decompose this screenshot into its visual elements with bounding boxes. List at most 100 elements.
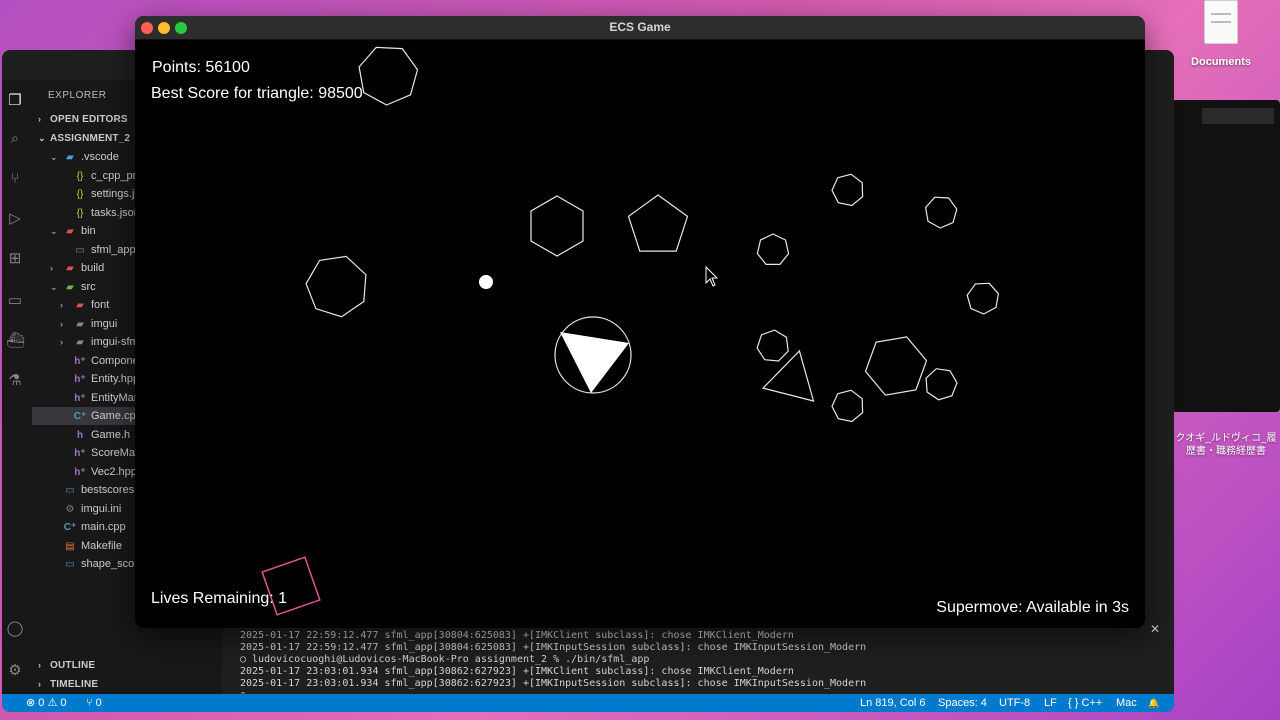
game-window[interactable]: ECS Game Points: 56100 Best Score for tr… xyxy=(135,16,1145,628)
status-bar: ⊗ 0 ⚠ 0 ⑂ 0 Ln 819, Col 6 Spaces: 4 UTF-… xyxy=(2,694,1174,712)
chevron-down-icon: ⌄ xyxy=(50,226,58,236)
chevron-down-icon: ⌄ xyxy=(50,281,58,292)
tree-item-label: Game.h xyxy=(91,428,131,441)
terminal-line: 2025-01-17 22:59:12.477 sfml_app[30804:6… xyxy=(240,630,794,641)
language-status[interactable]: { } C++ xyxy=(1068,694,1102,712)
folder-icon: ▰ xyxy=(76,337,84,348)
file-icon: ▭ xyxy=(65,485,75,496)
indentation-status[interactable]: Spaces: 4 xyxy=(938,694,987,712)
desktop-file-label[interactable]: クオギ_ルドヴィコ_履 歴書・職務経歴書 xyxy=(1172,432,1280,458)
enemy-hexagon xyxy=(864,336,928,396)
docker-icon[interactable]: ⛴ xyxy=(6,332,25,350)
terminal-output[interactable]: 2025-01-17 22:59:12.477 sfml_app[30804:6… xyxy=(240,630,1154,702)
terminal-line: 2025-01-17 22:59:12.477 sfml_app[30804:6… xyxy=(240,642,867,653)
tree-item-label: tasks.json xyxy=(91,206,140,219)
tree-item-label: imgui.ini xyxy=(81,502,122,515)
game-titlebar[interactable]: ECS Game xyxy=(135,16,1145,40)
enemy-heptagon xyxy=(358,46,419,106)
run-debug-icon[interactable]: ▷ xyxy=(6,210,24,228)
problems-status[interactable]: ⊗ 0 ⚠ 0 xyxy=(26,694,66,712)
terminal-line: 2025-01-17 23:03:01.934 sfml_app[30862:6… xyxy=(240,666,794,677)
testing-icon[interactable]: ⚗ xyxy=(6,372,24,390)
search-icon[interactable]: ⌕ xyxy=(6,130,24,148)
enemy-hexagon xyxy=(530,195,584,257)
player-triangle xyxy=(560,332,629,393)
small-enemy xyxy=(966,282,1000,315)
tree-item-label: font xyxy=(91,299,110,311)
small-enemy xyxy=(831,173,864,207)
platform-status[interactable]: Mac xyxy=(1116,694,1137,712)
folder-icon: ▰ xyxy=(76,300,84,311)
chevron-right-icon: › xyxy=(50,263,53,273)
file-icon: h xyxy=(76,429,84,441)
supermove-display: Supermove: Available in 3s xyxy=(936,599,1129,616)
file-icon: h⁺ xyxy=(74,374,86,385)
game-canvas[interactable]: Points: 56100 Best Score for triangle: 9… xyxy=(135,40,1145,628)
enemy-triangle xyxy=(761,349,815,402)
activity-bar: ❐ ⌕ ⑂ ▷ ⊞ ▭ ⛴ ⚗ ◯ ⚙ xyxy=(2,80,32,694)
enemy-pentagon xyxy=(627,194,689,252)
background-window[interactable] xyxy=(1172,100,1280,412)
tree-item-label: imgui xyxy=(91,317,118,330)
file-icon: h⁺ xyxy=(74,355,86,367)
game-scene xyxy=(261,46,1000,616)
chevron-right-icon: › xyxy=(38,660,42,670)
tree-item-label: sfml_app xyxy=(91,243,136,256)
file-icon: h⁺ xyxy=(74,392,86,404)
eol-status[interactable]: LF xyxy=(1044,694,1057,712)
tree-item-label: src xyxy=(81,280,96,293)
tree-item-label: Vec2.hpp xyxy=(91,465,137,478)
cursor-position[interactable]: Ln 819, Col 6 xyxy=(860,694,925,712)
file-icon: ▤ xyxy=(65,540,75,552)
explorer-title: EXPLORER xyxy=(48,90,107,101)
folder-icon: ▰ xyxy=(66,263,74,274)
manage-gear-icon[interactable]: ⚙ xyxy=(6,662,24,680)
chevron-right-icon: › xyxy=(38,679,42,689)
folder-icon: ▰ xyxy=(66,281,74,293)
notifications-bell-icon[interactable]: 🔔 xyxy=(1148,694,1159,712)
explorer-icon[interactable]: ❐ xyxy=(6,92,24,110)
chevron-right-icon: › xyxy=(60,337,63,347)
file-icon: ▭ xyxy=(65,559,75,570)
tree-item-label: Makefile xyxy=(81,539,122,552)
outline-section[interactable]: › OUTLINE xyxy=(32,656,222,674)
small-enemy xyxy=(756,329,789,362)
small-enemy xyxy=(924,196,958,229)
tree-item-label: Entity.hpp xyxy=(91,373,140,385)
window-title: ECS Game xyxy=(609,20,671,34)
file-icon: C⁺ xyxy=(73,411,87,422)
file-icon: C⁺ xyxy=(63,522,77,533)
file-icon: {} xyxy=(76,170,84,182)
file-icon: {} xyxy=(76,189,84,200)
documents-label: Documents xyxy=(1191,56,1251,68)
tree-item-label: main.cpp xyxy=(81,521,126,533)
folder-icon: ▰ xyxy=(66,152,74,163)
documents-desktop-icon[interactable]: Documents xyxy=(1186,0,1256,68)
file-icon: {} xyxy=(76,207,84,219)
document-icon xyxy=(1204,0,1238,44)
folder-icon: ▰ xyxy=(76,318,84,330)
file-icon: h⁺ xyxy=(74,466,86,478)
extensions-icon[interactable]: ⊞ xyxy=(6,250,24,268)
tree-item-label: imgui-sfml xyxy=(91,336,142,348)
encoding-status[interactable]: UTF-8 xyxy=(999,694,1030,712)
chevron-down-icon: ⌄ xyxy=(38,133,46,143)
tree-item-label: .vscode xyxy=(81,151,119,163)
small-enemy xyxy=(925,368,958,401)
points-display: Points: 56100 xyxy=(152,59,250,76)
chevron-right-icon: › xyxy=(38,114,42,124)
ports-status[interactable]: ⑂ 0 xyxy=(86,694,102,712)
tree-item-label: build xyxy=(81,262,105,274)
source-control-icon[interactable]: ⑂ xyxy=(6,170,24,188)
file-icon: ▭ xyxy=(75,244,85,256)
remote-explorer-icon[interactable]: ▭ xyxy=(6,292,24,310)
timeline-section[interactable]: › TIMELINE xyxy=(32,675,222,693)
small-enemy xyxy=(831,389,864,423)
terminal-line: 2025-01-17 23:03:01.934 sfml_app[30862:6… xyxy=(240,678,867,689)
enemy-heptagon xyxy=(305,255,367,318)
small-enemy xyxy=(756,233,790,265)
bullet xyxy=(479,275,493,289)
account-icon[interactable]: ◯ xyxy=(6,620,24,638)
folder-icon: ▰ xyxy=(66,226,74,237)
lives-display: Lives Remaining: 1 xyxy=(151,590,288,607)
